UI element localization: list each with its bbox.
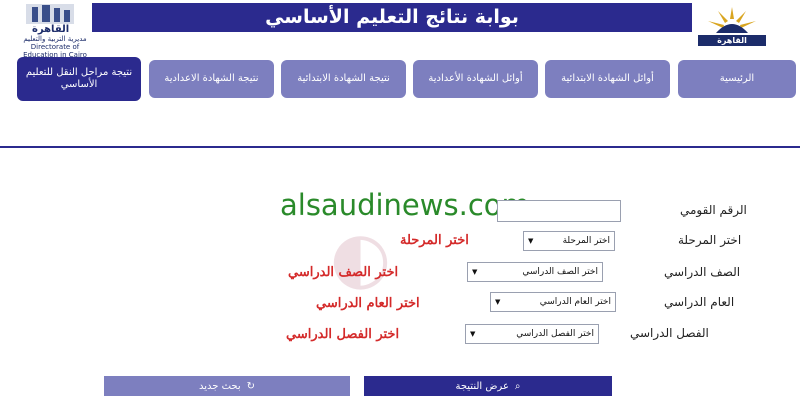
dropdown-arrow-icon: ▼: [495, 298, 501, 306]
stage-label: اختر المرحلة: [678, 233, 742, 247]
page-header: القاهرة مديرية التربية والتعليم Director…: [0, 0, 800, 59]
main-nav: الرئيسية أوائل الشهادة الابتدائية أوائل …: [0, 57, 800, 104]
site-watermark: alsaudinews.com: [280, 188, 530, 222]
left-logo-subtitle-ar: مديرية التربية والتعليم: [23, 35, 87, 43]
tab-transfer-results[interactable]: نتيجة مراحل النقل للتعليم الأساسي: [17, 57, 141, 101]
new-search-label: بحث جديد: [198, 380, 241, 392]
tab-preparatory-toppers[interactable]: أوائل الشهادة الأعدادية: [413, 60, 538, 98]
refresh-icon: ↻: [246, 380, 256, 392]
title-bar: بوابة نتائج التعليم الأساسي: [92, 3, 692, 32]
search-icon: ⌕: [514, 380, 521, 392]
left-logo-title: القاهرة: [32, 24, 70, 35]
tab-preparatory-results[interactable]: نتيجة الشهادة الاعدادية: [149, 60, 274, 98]
term-select[interactable]: اختر الفصل الدراسي ▼: [465, 324, 599, 344]
cairo-education-logo: القاهرة مديرية التربية والتعليم Director…: [6, 2, 90, 59]
dropdown-arrow-icon: ▼: [470, 330, 476, 338]
tab-primary-results[interactable]: نتيجة الشهادة الابتدائية: [281, 60, 406, 98]
sun-emblem-icon: [694, 3, 770, 35]
right-logo-label: القاهرة: [698, 35, 766, 46]
dropdown-arrow-icon: ▼: [528, 237, 534, 245]
page-title: بوابة نتائج التعليم الأساسي: [265, 6, 519, 28]
year-hint: اختر العام الدراسي: [316, 296, 420, 311]
dropdown-arrow-icon: ▼: [472, 268, 478, 276]
term-hint: اختر الفصل الدراسي: [286, 327, 400, 342]
grade-select-value: اختر الصف الدراسي: [522, 267, 598, 277]
stage-select[interactable]: اختر المرحلة ▼: [523, 231, 615, 251]
new-search-button[interactable]: بحث جديد ↻: [104, 376, 350, 396]
show-result-button[interactable]: عرض النتيجة ⌕: [364, 376, 612, 396]
show-result-label: عرض النتيجة: [455, 380, 509, 392]
left-logo-subtitle: مديرية التربية والتعليم Directorate of E…: [20, 35, 90, 59]
grade-hint: اختر الصف الدراسي: [288, 265, 399, 280]
national-id-label: الرقم القومي: [680, 203, 747, 217]
term-select-value: اختر الفصل الدراسي: [516, 329, 594, 339]
section-divider: [0, 146, 800, 148]
stage-hint: اختر المرحلة: [400, 233, 469, 248]
year-select-value: اختر العام الدراسي: [539, 297, 611, 307]
stage-select-value: اختر المرحلة: [562, 236, 610, 246]
year-label: العام الدراسي: [664, 295, 735, 309]
tab-primary-toppers[interactable]: أوائل الشهادة الابتدائية: [545, 60, 670, 98]
national-id-input[interactable]: [497, 200, 621, 222]
grade-label: الصف الدراسي: [664, 265, 741, 279]
tab-home[interactable]: الرئيسية: [678, 60, 796, 98]
grade-select[interactable]: اختر الصف الدراسي ▼: [467, 262, 603, 282]
term-label: الفصل الدراسي: [630, 326, 709, 340]
year-select[interactable]: اختر العام الدراسي ▼: [490, 292, 616, 312]
cairo-governorate-logo: القاهرة: [694, 3, 770, 47]
